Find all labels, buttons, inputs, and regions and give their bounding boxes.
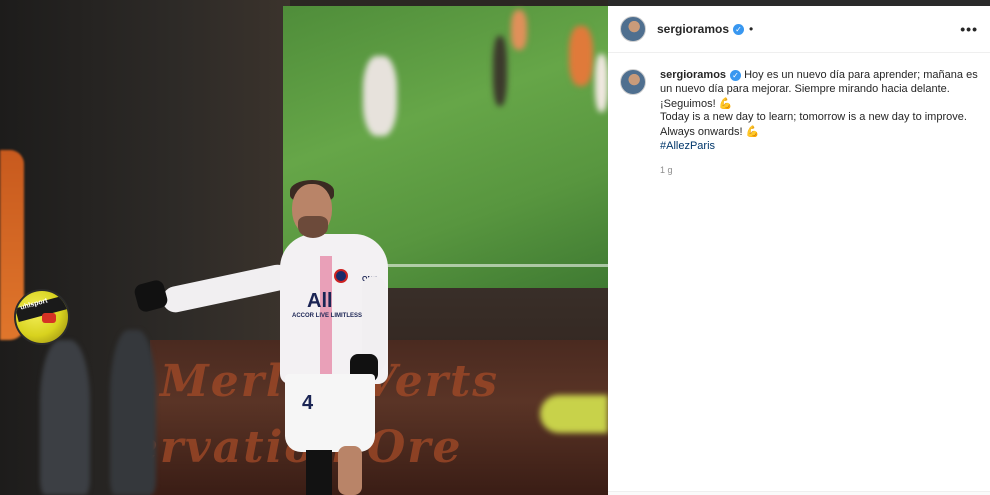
- caption-line-5: Always onwards!: [660, 126, 743, 139]
- player-left-glove: [132, 278, 170, 314]
- jersey-sponsor: All: [307, 290, 333, 312]
- caption-comment: sergioramos ✓ Hoy es un nuevo día para ap…: [608, 53, 990, 178]
- football: uhlsport: [14, 289, 70, 345]
- ball-marking: [42, 313, 56, 323]
- crowd-figure-1: [40, 340, 90, 495]
- flexed-biceps-icon: 💪: [718, 96, 733, 110]
- dot-separator: •: [749, 22, 754, 36]
- caption-body: sergioramos ✓ Hoy es un nuevo día para ap…: [660, 69, 978, 178]
- screen-player-3: [511, 10, 527, 50]
- post-header: sergioramos ✓ • •••: [608, 6, 990, 53]
- player-shorts: [285, 374, 375, 452]
- screen-player-4: [569, 26, 593, 86]
- shirt-number: 4: [302, 392, 314, 414]
- screen-player-2: [493, 36, 507, 106]
- caption-verified-badge-icon: ✓: [730, 69, 742, 81]
- caption-line-2: un nuevo día para mejorar. Siempre miran…: [660, 82, 950, 95]
- player-beard: [298, 216, 328, 238]
- player-figure: QNE All ACCOR LIVE LIMITLESS 4: [130, 178, 400, 495]
- header-username[interactable]: sergioramos: [657, 22, 729, 36]
- player-left-arm: [160, 262, 293, 315]
- jersey-tagline: ACCOR LIVE LIMITLESS: [292, 313, 363, 319]
- caption-line-4: Today is a new day to learn; tomorrow is…: [660, 111, 967, 124]
- avatar[interactable]: [620, 16, 646, 42]
- screen-player-5: [595, 54, 608, 112]
- more-options-icon[interactable]: •••: [960, 21, 978, 37]
- psg-crest-icon: [334, 269, 348, 283]
- post-details-panel: sergioramos ✓ • ••• sergioramos ✓ Hoy es …: [608, 6, 990, 495]
- pitch-line: [383, 264, 608, 267]
- screen-player-1: [363, 56, 397, 136]
- caption-avatar[interactable]: [620, 69, 646, 95]
- panel-bottom-edge: [608, 491, 990, 495]
- yellow-blur: [540, 395, 608, 433]
- player-leg: [338, 446, 362, 495]
- caption-line-3: ¡Seguimos!: [660, 97, 716, 110]
- post-timestamp[interactable]: 1 g: [660, 164, 978, 178]
- player-sock: [306, 450, 332, 495]
- verified-badge-icon: ✓: [733, 23, 745, 35]
- post-photo[interactable]: Merlus Verts ervation Ore QNE All ACCOR …: [0, 0, 608, 495]
- flexed-biceps-icon-2: 💪: [745, 125, 760, 139]
- caption-username[interactable]: sergioramos: [660, 69, 726, 81]
- caption-line-1: Hoy es un nuevo día para aprender; mañan…: [744, 69, 978, 81]
- hashtag-link[interactable]: #AllezParis: [660, 140, 715, 152]
